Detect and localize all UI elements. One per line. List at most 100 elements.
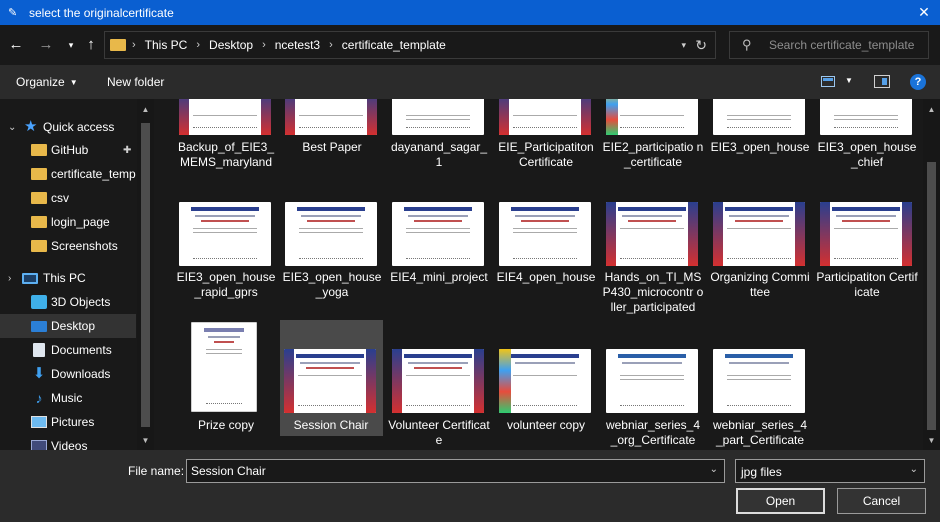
forward-arrow-icon[interactable]: → (36, 36, 56, 54)
search-icon: ⚲ (742, 37, 752, 52)
file-grid-scrollbar[interactable]: ▲ ▼ (923, 99, 940, 450)
chevron-right-icon[interactable]: › (8, 273, 11, 284)
sidebar-scrollbar[interactable]: ▲ ▼ (137, 99, 154, 450)
preview-pane-icon[interactable] (874, 75, 890, 88)
file-tile[interactable]: Volunteer Certificate (388, 320, 490, 447)
file-type-select[interactable]: jpg files ⌄ (735, 459, 925, 483)
organize-button[interactable]: Organize ▼ (16, 75, 78, 89)
file-tile[interactable]: dayanand_sagar_ 1 (388, 99, 490, 209)
folder-icon (31, 144, 47, 156)
view-options-chevron-icon[interactable]: ▼ (845, 76, 853, 85)
file-tile[interactable]: Participatiton Certificate (816, 200, 918, 320)
scroll-down-icon[interactable]: ▼ (137, 434, 154, 448)
sidebar-item-quick-access[interactable]: ⌄ ★ Quick access (0, 115, 136, 139)
file-name: Backup_of_EIE3_ MEMS_maryland (177, 140, 275, 169)
file-tile[interactable]: webniar_series_4 _org_Certificate (602, 320, 704, 447)
window-title: select the originalcertificate (29, 5, 174, 20)
chevron-down-icon[interactable]: ⌄ (710, 464, 718, 475)
scroll-up-icon[interactable]: ▲ (137, 103, 154, 117)
file-tile[interactable]: EIE4_open_house (495, 200, 597, 320)
scroll-up-icon[interactable]: ▲ (923, 103, 940, 117)
recent-locations-chevron-icon[interactable]: ▾ (61, 36, 81, 54)
breadcrumb-certificate-template[interactable]: certificate_template (342, 38, 446, 52)
sidebar-item-videos[interactable]: Videos (0, 434, 136, 450)
file-tile[interactable]: EIE3_open_house _chief (816, 99, 918, 209)
file-tile[interactable]: volunteer copy (495, 320, 597, 440)
breadcrumb-this-pc[interactable]: This PC (145, 38, 188, 52)
open-button[interactable]: Open (736, 488, 825, 514)
certificate-thumbnail (392, 349, 484, 413)
file-grid-scroll-thumb[interactable] (927, 162, 936, 430)
close-icon[interactable]: ✕ (908, 0, 940, 25)
sidebar-item-login-page[interactable]: login_page (0, 210, 136, 234)
breadcrumb-ncetest3[interactable]: ncetest3 (275, 38, 320, 52)
search-box[interactable]: ⚲ (729, 31, 929, 59)
sidebar-item-certificate-temp[interactable]: certificate_temp (0, 162, 136, 186)
sidebar-item-pictures[interactable]: Pictures (0, 410, 136, 434)
address-dropdown-icon[interactable]: ▾ (681, 32, 686, 58)
file-tile[interactable]: Organizing Committee (709, 200, 811, 320)
sidebar-item-music[interactable]: ♪ Music (0, 386, 136, 410)
chevron-right-icon[interactable]: › (196, 39, 200, 51)
help-icon[interactable]: ? (910, 74, 926, 90)
chevron-right-icon[interactable]: › (262, 39, 266, 51)
folder-icon (110, 39, 126, 51)
change-view-icon[interactable] (821, 76, 835, 87)
sidebar-item-label: Downloads (51, 367, 111, 381)
file-tile[interactable]: EIE3_open_house _rapid_gprs (175, 200, 277, 320)
chevron-down-icon[interactable]: ⌄ (910, 464, 918, 475)
file-name-combobox[interactable]: ⌄ (186, 459, 725, 483)
file-tile[interactable]: EIE3_open_house _yoga (281, 200, 383, 320)
file-name: EIE3_open_house _rapid_gprs (176, 270, 276, 299)
file-name: dayanand_sagar_ 1 (390, 140, 488, 169)
chevron-down-icon[interactable]: ⌄ (8, 122, 16, 133)
sidebar-item-label: Screenshots (51, 239, 118, 253)
chevron-right-icon[interactable]: › (329, 39, 333, 51)
certificate-thumbnail (285, 99, 377, 135)
navigation-pane: ⌄ ★ Quick access GitHub ✚ certificate_te… (0, 99, 154, 450)
sidebar-item-csv[interactable]: csv (0, 186, 136, 210)
sidebar-item-3d-objects[interactable]: 3D Objects (0, 290, 136, 314)
back-arrow-icon[interactable]: ← (6, 36, 26, 54)
file-tile[interactable]: Backup_of_EIE3_ MEMS_maryland (175, 99, 277, 209)
file-tile[interactable]: Prize copy (175, 320, 277, 440)
breadcrumb-desktop[interactable]: Desktop (209, 38, 253, 52)
pin-icon[interactable]: ✚ (123, 145, 131, 156)
file-tile[interactable]: webniar_series_4 _part_Certificate (709, 320, 811, 447)
search-input[interactable] (769, 38, 919, 52)
certificate-thumbnail (392, 99, 484, 135)
new-folder-button[interactable]: New folder (107, 75, 164, 89)
refresh-icon[interactable]: ↻ (695, 32, 707, 58)
scroll-down-icon[interactable]: ▼ (923, 434, 940, 448)
certificate-thumbnail (499, 202, 591, 266)
file-name: Volunteer Certificate (388, 418, 490, 447)
sidebar-item-label: Videos (51, 439, 88, 450)
file-name-input[interactable] (191, 464, 691, 478)
sidebar-item-github[interactable]: GitHub ✚ (0, 138, 136, 162)
sidebar-item-this-pc[interactable]: › This PC (0, 266, 136, 290)
sidebar-item-screenshots[interactable]: Screenshots (0, 234, 136, 258)
file-tile[interactable]: EIE4_mini_project (388, 200, 490, 320)
address-bar[interactable]: › This PC › Desktop › ncetest3 › certifi… (104, 31, 716, 59)
title-bar: ✎ select the originalcertificate ✕ (0, 0, 940, 25)
certificate-thumbnail (606, 202, 698, 266)
file-tile[interactable]: Best Paper (281, 99, 383, 209)
file-tile[interactable]: EIE3_open_house (709, 99, 811, 209)
file-tile[interactable]: EIE2_participatio n_certificate (602, 99, 704, 209)
file-tile[interactable]: Hands_on_TI_MS P430_microcontr oller_par… (602, 200, 704, 320)
file-tile[interactable]: EIE_Participatiton Certificate (495, 99, 597, 209)
up-arrow-icon[interactable]: ↑ (81, 36, 101, 54)
sidebar-item-documents[interactable]: Documents (0, 338, 136, 362)
organize-label: Organize (16, 75, 65, 89)
certificate-thumbnail (285, 202, 377, 266)
chevron-right-icon[interactable]: › (132, 39, 136, 51)
sidebar-item-downloads[interactable]: ⬇ Downloads (0, 362, 136, 386)
file-tile[interactable]: Session Chair (280, 320, 383, 436)
certificate-thumbnail (713, 349, 805, 413)
sidebar-scroll-thumb[interactable] (141, 123, 150, 427)
certificate-thumbnail (191, 322, 257, 412)
sidebar-item-desktop[interactable]: Desktop (0, 314, 136, 338)
cancel-button[interactable]: Cancel (837, 488, 926, 514)
file-name: EIE2_participatio n_certificate (602, 140, 704, 169)
sidebar-item-label: Pictures (51, 415, 95, 429)
